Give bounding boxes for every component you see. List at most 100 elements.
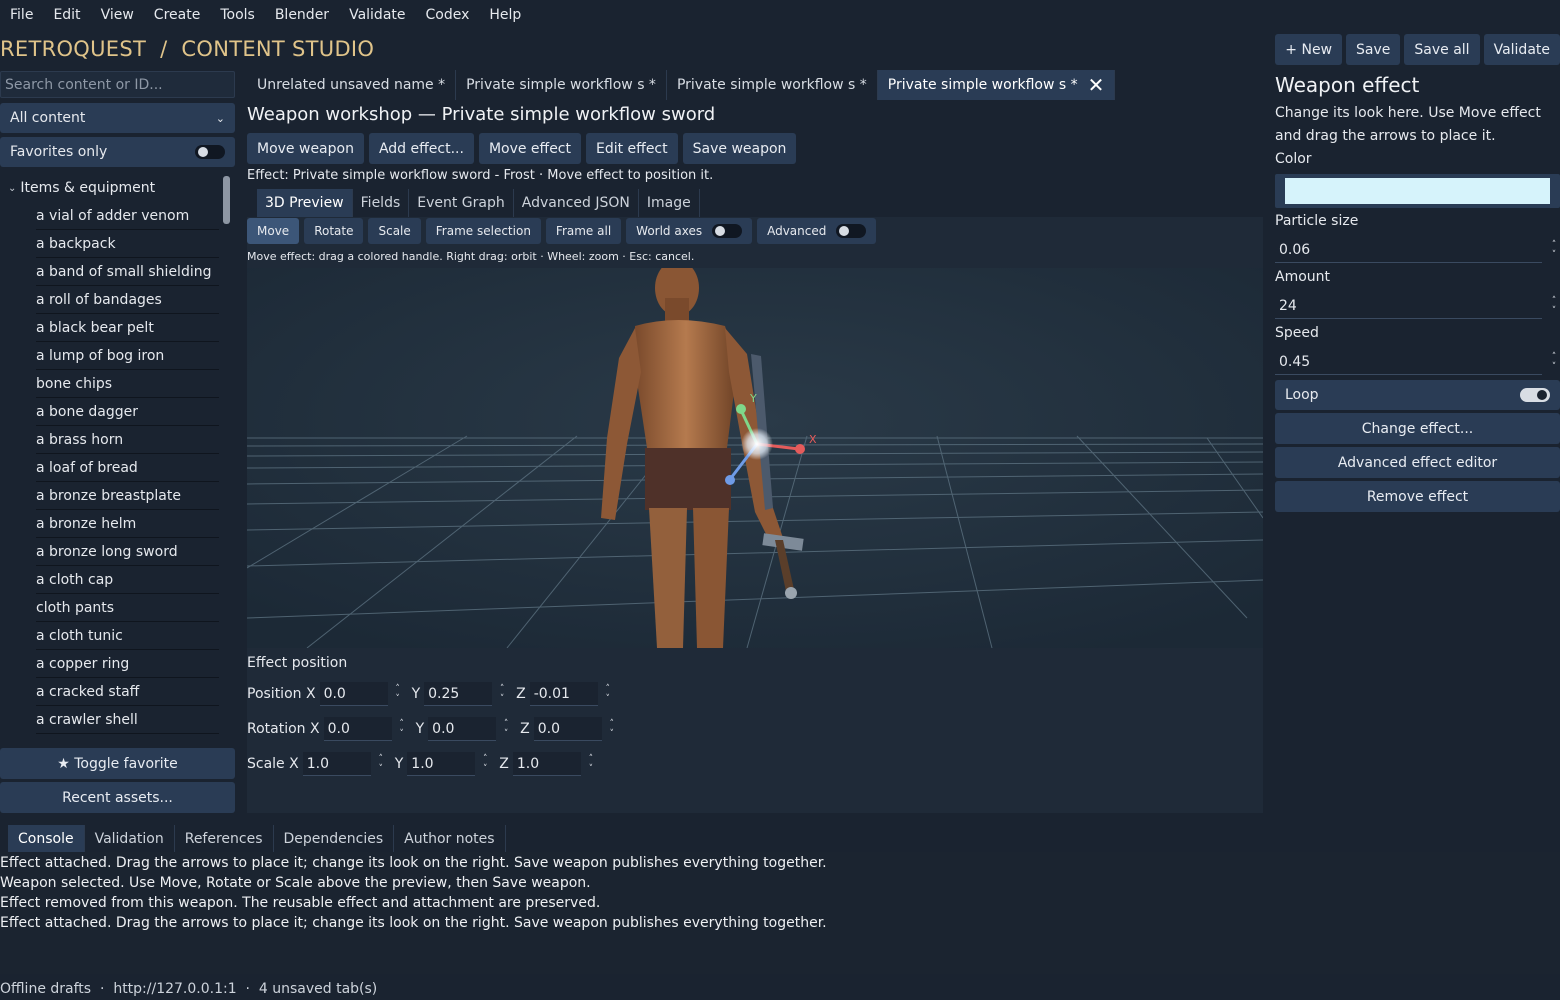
tree-item[interactable]: a bone dagger <box>36 398 219 426</box>
tree-item[interactable]: a bronze breastplate <box>36 482 219 510</box>
rotation-z-field[interactable]: 0.0 <box>533 717 602 741</box>
save-button[interactable]: Save <box>1346 34 1401 65</box>
menu-file[interactable]: File <box>0 7 43 23</box>
menu-blender[interactable]: Blender <box>265 7 339 23</box>
amount-value[interactable]: 24 <box>1275 293 1542 319</box>
save-all-button[interactable]: Save all <box>1404 34 1480 65</box>
doc-tab[interactable]: Private simple workflow s * <box>666 70 878 100</box>
tree-group-items-equipment[interactable]: ⌄ Items & equipment <box>0 174 235 202</box>
close-icon[interactable]: ✕ <box>1088 75 1105 95</box>
menu-edit[interactable]: Edit <box>43 7 90 23</box>
tree-item[interactable]: a cracked staff <box>36 678 219 706</box>
3d-viewport[interactable]: Y X <box>247 268 1263 648</box>
stepper-icon[interactable]: ˄ ˅ <box>585 754 597 774</box>
menu-codex[interactable]: Codex <box>416 7 480 23</box>
position-x-field[interactable]: 0.0 <box>319 682 388 706</box>
tab-console[interactable]: Console <box>8 825 85 853</box>
loop-toggle[interactable]: Loop <box>1275 380 1560 410</box>
tab-advanced-json[interactable]: Advanced JSON <box>514 189 639 217</box>
add-effect-button[interactable]: Add effect... <box>368 133 474 164</box>
world-axes-toggle[interactable]: World axes <box>626 218 753 244</box>
tree-item[interactable]: a backpack <box>36 230 219 258</box>
stepper-icon[interactable]: ˄ ˅ <box>1548 352 1560 372</box>
favorites-only-toggle[interactable]: Favorites only <box>0 137 235 167</box>
tab-references[interactable]: References <box>175 825 274 853</box>
change-effect-button[interactable]: Change effect... <box>1275 413 1560 444</box>
speed-value[interactable]: 0.45 <box>1275 349 1542 375</box>
toggle-favorite-button[interactable]: ★ Toggle favorite <box>0 748 235 779</box>
tree-item[interactable]: a crawler shell <box>36 706 219 734</box>
frame-all-button[interactable]: Frame all <box>545 218 622 244</box>
rotation-y-field[interactable]: 0.0 <box>428 717 497 741</box>
advanced-effect-editor-button[interactable]: Advanced effect editor <box>1275 447 1560 478</box>
stepper-icon[interactable]: ˄ ˅ <box>606 719 618 739</box>
color-picker[interactable] <box>1275 174 1560 208</box>
particle-size-value[interactable]: 0.06 <box>1275 237 1542 263</box>
tree-item[interactable]: a vial of adder venom <box>36 202 219 230</box>
search-input[interactable]: Search content or ID... <box>0 71 235 98</box>
menu-create[interactable]: Create <box>144 7 211 23</box>
tree-item[interactable]: a copper ring <box>36 650 219 678</box>
save-weapon-button[interactable]: Save weapon <box>682 133 797 164</box>
move-effect-button[interactable]: Move effect <box>478 133 581 164</box>
tree-item[interactable]: a brass horn <box>36 426 219 454</box>
recent-assets-button[interactable]: Recent assets... <box>0 782 235 813</box>
amount-label: Amount <box>1275 269 1331 285</box>
stepper-icon[interactable]: ˄ ˅ <box>1548 296 1560 316</box>
tree-item[interactable]: a bronze helm <box>36 510 219 538</box>
tree-item[interactable]: bone chips <box>36 370 219 398</box>
stepper-icon[interactable]: ˄ ˅ <box>500 719 512 739</box>
particle-size-field[interactable]: 0.06 ˄ ˅ <box>1275 237 1560 263</box>
tree-item[interactable]: a roll of bandages <box>36 286 219 314</box>
tab-dependencies[interactable]: Dependencies <box>274 825 395 853</box>
doc-tab[interactable]: Unrelated unsaved name * <box>247 70 457 100</box>
scale-x-field[interactable]: 1.0 <box>302 752 371 776</box>
rotation-x-field[interactable]: 0.0 <box>323 717 392 741</box>
tab-image[interactable]: Image <box>639 189 700 217</box>
tree-item[interactable]: a black bear pelt <box>36 314 219 342</box>
doc-tab-active[interactable]: Private simple workflow s * ✕ <box>877 70 1116 100</box>
tree-item[interactable]: a band of small shielding <box>36 258 219 286</box>
menu-help[interactable]: Help <box>479 7 531 23</box>
speed-field[interactable]: 0.45 ˄ ˅ <box>1275 349 1560 375</box>
tree-item[interactable]: a loaf of bread <box>36 454 219 482</box>
stepper-icon[interactable]: ˄ ˅ <box>396 719 408 739</box>
menu-tools[interactable]: Tools <box>210 7 265 23</box>
tree-item[interactable]: a cloth cap <box>36 566 219 594</box>
rotate-tool-button[interactable]: Rotate <box>304 218 364 244</box>
tree-item[interactable]: a lump of bog iron <box>36 342 219 370</box>
tab-3d-preview[interactable]: 3D Preview <box>257 189 353 217</box>
stepper-icon[interactable]: ˄ ˅ <box>496 684 508 704</box>
position-z-field[interactable]: -0.01 <box>529 682 598 706</box>
doc-tab[interactable]: Private simple workflow s * <box>456 70 667 100</box>
tree-item[interactable]: cloth pants <box>36 594 219 622</box>
move-weapon-button[interactable]: Move weapon <box>247 133 364 164</box>
stepper-icon[interactable]: ˄ ˅ <box>1548 240 1560 260</box>
stepper-icon[interactable]: ˄ ˅ <box>602 684 614 704</box>
move-tool-button[interactable]: Move <box>247 218 300 244</box>
tab-event-graph[interactable]: Event Graph <box>409 189 514 217</box>
tree-item[interactable]: a bronze long sword <box>36 538 219 566</box>
tab-author-notes[interactable]: Author notes <box>394 825 506 853</box>
content-filter-select[interactable]: All content ⌄ <box>0 103 235 133</box>
remove-effect-button[interactable]: Remove effect <box>1275 481 1560 512</box>
new-button[interactable]: + New <box>1275 34 1343 65</box>
tab-fields[interactable]: Fields <box>353 189 410 217</box>
edit-effect-button[interactable]: Edit effect <box>586 133 678 164</box>
stepper-icon[interactable]: ˄ ˅ <box>392 684 404 704</box>
menu-view[interactable]: View <box>91 7 144 23</box>
advanced-toggle[interactable]: Advanced <box>757 218 877 244</box>
scale-z-field[interactable]: 1.0 <box>512 752 581 776</box>
tree-item[interactable]: a cloth tunic <box>36 622 219 650</box>
position-y-field[interactable]: 0.25 <box>424 682 493 706</box>
frame-selection-button[interactable]: Frame selection <box>425 218 541 244</box>
menu-validate[interactable]: Validate <box>339 7 415 23</box>
tree-scrollbar[interactable] <box>223 176 230 224</box>
scale-tool-button[interactable]: Scale <box>368 218 421 244</box>
tab-validation[interactable]: Validation <box>85 825 175 853</box>
amount-field[interactable]: 24 ˄ ˅ <box>1275 293 1560 319</box>
stepper-icon[interactable]: ˄ ˅ <box>479 754 491 774</box>
validate-button[interactable]: Validate <box>1483 34 1560 65</box>
scale-y-field[interactable]: 1.0 <box>407 752 476 776</box>
stepper-icon[interactable]: ˄ ˅ <box>375 754 387 774</box>
